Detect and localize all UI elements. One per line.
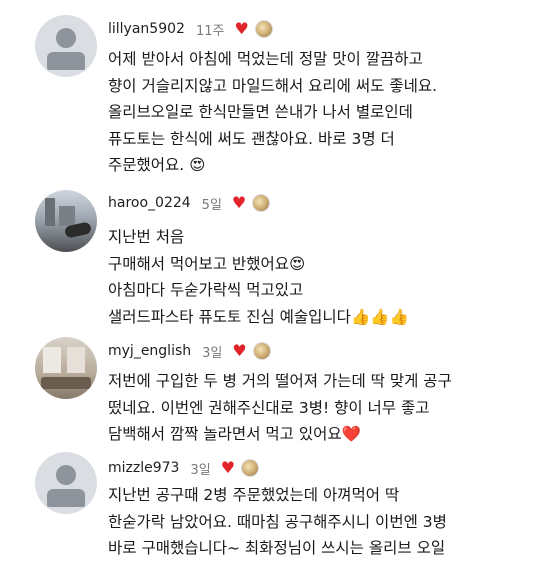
comment-header: myj_english 3일 ♥ xyxy=(108,340,271,362)
heart-icon[interactable]: ♥ xyxy=(232,195,246,211)
username[interactable]: myj_english xyxy=(108,343,191,359)
heart-icon[interactable]: ♥ xyxy=(232,343,246,359)
username[interactable]: haroo_0224 xyxy=(108,195,191,211)
username[interactable]: lillyan5902 xyxy=(108,21,185,37)
comment-header: lillyan5902 11주 ♥ xyxy=(108,18,273,40)
heart-icon[interactable]: ♥ xyxy=(221,460,235,476)
user-avatar[interactable] xyxy=(35,190,97,252)
comment-time: 11주 xyxy=(195,23,225,39)
author-avatar-icon xyxy=(254,20,273,38)
comment-time: 5일 xyxy=(201,197,222,213)
comment-time: 3일 xyxy=(190,462,211,478)
user-avatar[interactable] xyxy=(35,452,97,514)
user-avatar[interactable] xyxy=(35,337,97,399)
username[interactable]: mizzle973 xyxy=(108,460,179,476)
heart-icon[interactable]: ♥ xyxy=(234,21,248,37)
user-avatar[interactable] xyxy=(35,15,97,77)
comment-header: haroo_0224 5일 ♥ xyxy=(108,192,271,214)
comment-text: 저번에 구입한 두 병 거의 떨어져 가는데 딱 맞게 공구 떴네요. 이번엔 … xyxy=(108,372,452,443)
comment-text: 어제 받아서 아침에 먹었는데 정말 맛이 깔끔하고 향이 거슬리지않고 마일드… xyxy=(108,50,438,174)
comment-header: mizzle973 3일 ♥ xyxy=(108,457,260,479)
comment-time: 3일 xyxy=(202,345,223,361)
author-avatar-icon xyxy=(252,194,271,212)
comment-text: 지난번 공구때 2병 주문했었는데 아껴먹어 딱 한숟가락 남았어요. 때마침 … xyxy=(108,486,447,557)
author-avatar-icon xyxy=(241,459,260,477)
comment-text: 지난번 처음 구매해서 먹어보고 반했어요😍 아침마다 두숟가락씩 먹고있고 샐… xyxy=(108,228,409,326)
author-avatar-icon xyxy=(252,342,271,360)
